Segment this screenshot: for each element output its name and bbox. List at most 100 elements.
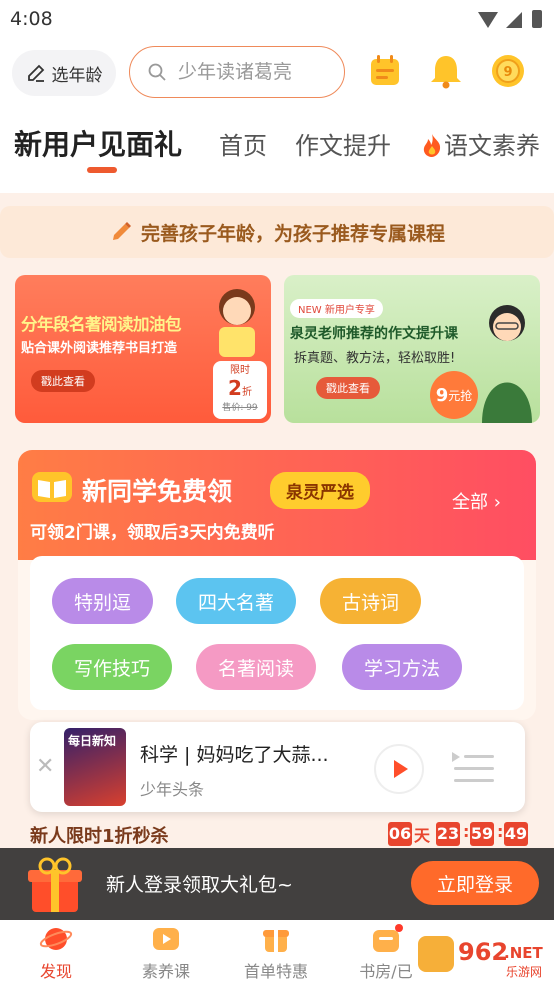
active-tab-indicator bbox=[87, 167, 117, 173]
free-course-card: 新同学免费领 泉灵严选 全部 › 可领2门课，领取后3天内免费听 特别逗 四大名… bbox=[18, 450, 536, 720]
nav-discover[interactable]: 发现 bbox=[6, 920, 106, 984]
price-value: 9 bbox=[435, 384, 449, 406]
chip-label: 名著阅读 bbox=[218, 657, 295, 680]
audio-cover: 每日新知 bbox=[64, 728, 126, 806]
age-notice-bar[interactable]: 完善孩子年龄，为孩子推荐专属课程 bbox=[0, 206, 554, 258]
watermark-suffix: .NET bbox=[504, 944, 543, 962]
countdown-day-unit: 天 bbox=[414, 826, 431, 845]
bookshelf-icon bbox=[373, 924, 403, 952]
audio-source: 少年头条 bbox=[140, 780, 205, 799]
gift-box-icon bbox=[28, 857, 82, 912]
price-badge: 9 元抢 bbox=[430, 371, 478, 419]
free-section-title: 新同学免费领 bbox=[82, 477, 233, 506]
calendar-icon[interactable] bbox=[366, 52, 404, 90]
coin-icon[interactable]: 9 bbox=[489, 52, 527, 90]
watermark-number: 962 bbox=[458, 938, 508, 966]
brand-tag: 泉灵严选 bbox=[270, 472, 370, 509]
chip-label: 学习方法 bbox=[364, 657, 441, 680]
original-price: 售价: 99 bbox=[222, 403, 258, 413]
login-button-label: 立即登录 bbox=[436, 873, 513, 896]
free-section-subtitle: 可领2门课，领取后3天内免费听 bbox=[30, 523, 275, 543]
nav-label: 素养课 bbox=[141, 962, 190, 981]
price-unit: 元抢 bbox=[448, 388, 473, 403]
select-age-label: 选年龄 bbox=[51, 65, 103, 86]
search-icon bbox=[148, 63, 166, 81]
nav-literacy-courses[interactable]: 素养课 bbox=[116, 920, 216, 984]
flash-sale-title: 新人限时1折秒杀 bbox=[30, 826, 169, 847]
audio-title: 科学 | 妈妈吃了大蒜... bbox=[140, 744, 329, 766]
badge-unit: 折 bbox=[241, 387, 252, 398]
watermark-caption: 乐游网 bbox=[506, 965, 542, 979]
login-promo-text: 新人登录领取大礼包~ bbox=[106, 874, 293, 896]
search-input[interactable] bbox=[176, 60, 330, 84]
site-watermark: 962 .NET 乐游网 bbox=[418, 930, 548, 980]
banner-classics-reading[interactable]: 分年段名著阅读加油包 贴合课外阅读推荐书目打造 戳此查看 限时 2折 售价: 9… bbox=[15, 275, 271, 423]
nav-label: 首单特惠 bbox=[243, 962, 308, 981]
girl-reading-illustration bbox=[219, 289, 255, 357]
chip-label: 古诗词 bbox=[342, 591, 400, 614]
banner-cta[interactable]: 戳此查看 bbox=[31, 370, 95, 392]
open-book-icon bbox=[32, 472, 72, 502]
chip-funny[interactable]: 特别逗 bbox=[52, 578, 154, 624]
banner-writing-course[interactable]: NEW 新用户专享 泉灵老师推荐的作文提升课 拆真题、教方法，轻松取胜! 戳此查… bbox=[284, 275, 540, 423]
mini-audio-player[interactable]: ✕ 每日新知 科学 | 妈妈吃了大蒜... 少年头条 bbox=[30, 722, 525, 812]
view-all-link[interactable]: 全部 › bbox=[452, 488, 501, 514]
status-time: 4:08 bbox=[10, 8, 53, 30]
status-bar: 4:08 bbox=[0, 0, 554, 38]
tab-new-user[interactable]: 新用户见面礼 bbox=[14, 123, 182, 163]
select-age-button[interactable]: 选年龄 bbox=[12, 50, 116, 96]
nav-first-order-deal[interactable]: 首单特惠 bbox=[226, 920, 326, 984]
countdown-hours: 23 bbox=[436, 822, 460, 846]
chip-study-methods[interactable]: 学习方法 bbox=[342, 644, 463, 690]
chip-ancient-poetry[interactable]: 古诗词 bbox=[320, 578, 422, 624]
watermark-logo: 962 .NET 乐游网 bbox=[418, 936, 543, 979]
play-icon bbox=[394, 760, 408, 778]
notice-text: 完善孩子年龄，为孩子推荐专属课程 bbox=[140, 222, 445, 245]
chip-four-classics[interactable]: 四大名著 bbox=[176, 578, 297, 624]
banner-cta[interactable]: 戳此查看 bbox=[316, 377, 380, 399]
chip-label: 特别逗 bbox=[74, 591, 132, 614]
chip-writing-skills[interactable]: 写作技巧 bbox=[52, 644, 173, 690]
cover-label: 每日新知 bbox=[68, 734, 117, 748]
bell-icon[interactable] bbox=[427, 52, 465, 90]
signal-icon bbox=[506, 12, 522, 28]
search-box[interactable] bbox=[129, 46, 345, 98]
discount-badge: 限时 2折 售价: 99 bbox=[213, 361, 267, 419]
tab-composition[interactable]: 作文提升 bbox=[295, 126, 391, 161]
category-tabs: 新用户见面礼 首页 作文提升 语文素养 bbox=[0, 118, 554, 178]
countdown-separator: : bbox=[497, 822, 504, 841]
pencil-icon bbox=[27, 64, 44, 82]
chip-label: 四大名著 bbox=[198, 591, 275, 614]
edit-pencil-icon bbox=[112, 222, 131, 240]
banner-title: 泉灵老师推荐的作文提升课 bbox=[290, 326, 458, 342]
play-button[interactable] bbox=[374, 744, 424, 794]
new-user-tag: NEW 新用户专享 bbox=[290, 299, 383, 318]
tab-chinese-literacy[interactable]: 语文素养 bbox=[420, 126, 540, 161]
tv-icon bbox=[153, 928, 179, 950]
fire-icon bbox=[423, 134, 441, 157]
banner-title: 分年段名著阅读加油包 bbox=[21, 315, 182, 334]
tab-home[interactable]: 首页 bbox=[219, 126, 267, 161]
teacher-portrait bbox=[482, 305, 532, 423]
status-icons bbox=[478, 10, 542, 28]
category-chip-panel: 特别逗 四大名著 古诗词 写作技巧 名著阅读 学习方法 bbox=[30, 556, 524, 710]
gift-box-icon bbox=[263, 930, 289, 952]
playlist-icon[interactable] bbox=[450, 748, 496, 788]
nav-label: 发现 bbox=[39, 962, 72, 981]
countdown-days: 06 bbox=[388, 822, 412, 846]
battery-icon bbox=[532, 10, 542, 28]
badge-label: 限时 bbox=[230, 365, 250, 376]
chip-label: 写作技巧 bbox=[74, 657, 151, 680]
wifi-icon bbox=[478, 12, 498, 28]
chip-classics-reading[interactable]: 名著阅读 bbox=[196, 644, 317, 690]
svg-text:9: 9 bbox=[503, 65, 512, 80]
tab-chinese-literacy-label: 语文素养 bbox=[444, 132, 540, 160]
countdown-minutes: 59 bbox=[470, 822, 494, 846]
banner-subtitle: 贴合课外阅读推荐书目打造 bbox=[21, 341, 178, 356]
badge-value: 2 bbox=[228, 376, 242, 400]
banner-subtitle: 拆真题、教方法，轻松取胜! bbox=[294, 351, 456, 366]
login-button[interactable]: 立即登录 bbox=[411, 861, 539, 905]
close-icon[interactable]: ✕ bbox=[36, 754, 54, 779]
countdown-seconds: 49 bbox=[504, 822, 528, 846]
countdown-separator: : bbox=[463, 822, 470, 841]
